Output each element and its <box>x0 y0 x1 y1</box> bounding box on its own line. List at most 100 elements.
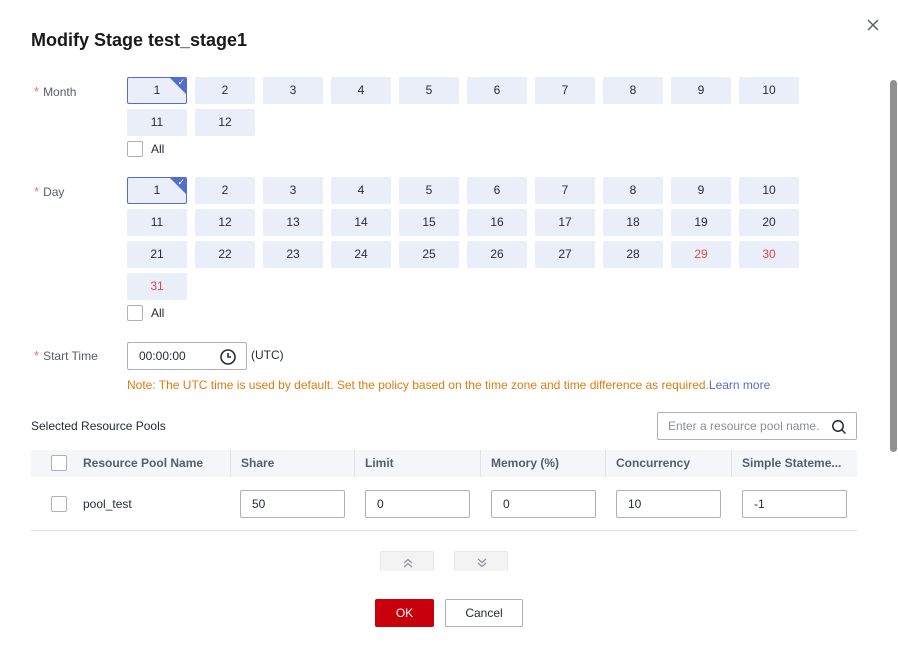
checkbox-box[interactable] <box>127 305 143 321</box>
day-chip-29[interactable]: 29 <box>671 241 731 268</box>
day-chip-11[interactable]: 11 <box>127 209 187 236</box>
day-chip-10[interactable]: 10 <box>739 177 799 204</box>
day-chip-9[interactable]: 9 <box>671 177 731 204</box>
day-chip-label: 10 <box>762 183 776 197</box>
day-chip-label: 8 <box>629 183 637 197</box>
utc-note-text: Note: The UTC time is used by default. S… <box>127 378 709 392</box>
day-chip-label: 20 <box>762 215 776 229</box>
month-chip-label: 11 <box>150 115 164 129</box>
column-header-limit[interactable]: Limit <box>355 450 475 477</box>
day-chip-18[interactable]: 18 <box>603 209 663 236</box>
concurrency-input[interactable]: 10 <box>616 490 721 518</box>
move-down-button[interactable] <box>454 551 508 571</box>
day-chip-4[interactable]: 4 <box>331 177 391 204</box>
month-chip-1[interactable]: 1 ✓ <box>127 77 187 104</box>
column-header-name[interactable]: Resource Pool Name <box>73 450 227 477</box>
day-chip-label: 18 <box>626 215 640 229</box>
utc-note: Note: The UTC time is used by default. S… <box>127 378 770 392</box>
month-chip-7[interactable]: 7 <box>535 77 595 104</box>
column-header-share[interactable]: Share <box>231 450 351 477</box>
month-chip-12[interactable]: 12 <box>195 109 255 136</box>
day-label: * Day <box>34 184 65 199</box>
day-chip-30[interactable]: 30 <box>739 241 799 268</box>
start-time-input[interactable]: 00:00:00 <box>127 342 247 370</box>
day-chip-label: 14 <box>354 215 368 229</box>
day-all-checkbox[interactable]: All <box>127 305 164 321</box>
month-chip-5[interactable]: 5 <box>399 77 459 104</box>
day-chip-16[interactable]: 16 <box>467 209 527 236</box>
day-chip-22[interactable]: 22 <box>195 241 255 268</box>
day-chip-label: 1 <box>153 183 161 197</box>
day-chip-23[interactable]: 23 <box>263 241 323 268</box>
day-chip-8[interactable]: 8 <box>603 177 663 204</box>
column-header-concurrency[interactable]: Concurrency <box>606 450 726 477</box>
move-up-button[interactable] <box>380 551 434 571</box>
dialog-title: Modify Stage test_stage1 <box>31 30 248 50</box>
close-icon[interactable] <box>864 16 882 34</box>
checkbox-label: All <box>151 142 165 156</box>
day-chip-17[interactable]: 17 <box>535 209 595 236</box>
month-chip-label: 6 <box>493 83 501 97</box>
day-chip-15[interactable]: 15 <box>399 209 459 236</box>
day-chip-label: 4 <box>357 183 365 197</box>
month-all-checkbox[interactable]: All <box>127 141 164 157</box>
day-chip-26[interactable]: 26 <box>467 241 527 268</box>
day-chip-5[interactable]: 5 <box>399 177 459 204</box>
day-chip-21[interactable]: 21 <box>127 241 187 268</box>
day-chip-label: 6 <box>493 183 501 197</box>
day-chip-label: 17 <box>558 215 572 229</box>
day-chip-label: 9 <box>697 183 705 197</box>
share-input[interactable]: 50 <box>240 490 345 518</box>
memory-input[interactable]: 0 <box>491 490 596 518</box>
day-chip-label: 5 <box>425 183 433 197</box>
timezone-suffix: (UTC) <box>251 348 284 362</box>
month-chip-8[interactable]: 8 <box>603 77 663 104</box>
day-chip-label: 21 <box>150 247 164 261</box>
resource-pool-search-input[interactable]: Enter a resource pool name. <box>657 412 857 440</box>
search-icon[interactable] <box>831 418 847 444</box>
column-header-memory[interactable]: Memory (%) <box>481 450 601 477</box>
day-chip-7[interactable]: 7 <box>535 177 595 204</box>
month-chip-2[interactable]: 2 <box>195 77 255 104</box>
month-chip-4[interactable]: 4 <box>331 77 391 104</box>
day-chip-label: 3 <box>289 183 297 197</box>
month-chip-6[interactable]: 6 <box>467 77 527 104</box>
simple-statement-input[interactable]: -1 <box>742 490 847 518</box>
day-chip-label: 25 <box>422 247 436 261</box>
day-chip-label: 29 <box>694 247 708 261</box>
day-chip-31[interactable]: 31 <box>127 273 187 300</box>
day-chip-20[interactable]: 20 <box>739 209 799 236</box>
month-chip-10[interactable]: 10 <box>739 77 799 104</box>
month-chip-label: 7 <box>561 83 569 97</box>
month-chip-label: 5 <box>425 83 433 97</box>
day-chip-28[interactable]: 28 <box>603 241 663 268</box>
table-header: Resource Pool Name Share Limit Memory (%… <box>31 450 857 477</box>
day-chip-27[interactable]: 27 <box>535 241 595 268</box>
day-chip-1[interactable]: 1 ✓ <box>127 177 187 204</box>
month-chip-9[interactable]: 9 <box>671 77 731 104</box>
day-chip-label: 24 <box>354 247 368 261</box>
day-chip-12[interactable]: 12 <box>195 209 255 236</box>
day-chip-13[interactable]: 13 <box>263 209 323 236</box>
day-chip-19[interactable]: 19 <box>671 209 731 236</box>
day-chip-14[interactable]: 14 <box>331 209 391 236</box>
month-chip-11[interactable]: 11 <box>127 109 187 136</box>
checkbox-box[interactable] <box>127 141 143 157</box>
month-chip-3[interactable]: 3 <box>263 77 323 104</box>
day-chip-24[interactable]: 24 <box>331 241 391 268</box>
vertical-scrollbar[interactable] <box>890 80 897 452</box>
clock-icon[interactable] <box>219 348 237 369</box>
day-chip-2[interactable]: 2 <box>195 177 255 204</box>
cancel-button[interactable]: Cancel <box>445 599 523 627</box>
check-icon: ✓ <box>177 77 185 87</box>
row-checkbox[interactable] <box>51 496 67 512</box>
column-header-simple-statement[interactable]: Simple Stateme... <box>732 450 856 477</box>
day-chip-3[interactable]: 3 <box>263 177 323 204</box>
limit-input[interactable]: 0 <box>365 490 470 518</box>
learn-more-link[interactable]: Learn more <box>709 378 770 392</box>
day-chip-25[interactable]: 25 <box>399 241 459 268</box>
select-all-checkbox[interactable] <box>51 455 67 471</box>
ok-button[interactable]: OK <box>375 599 434 627</box>
day-chip-label: 23 <box>286 247 300 261</box>
day-chip-6[interactable]: 6 <box>467 177 527 204</box>
